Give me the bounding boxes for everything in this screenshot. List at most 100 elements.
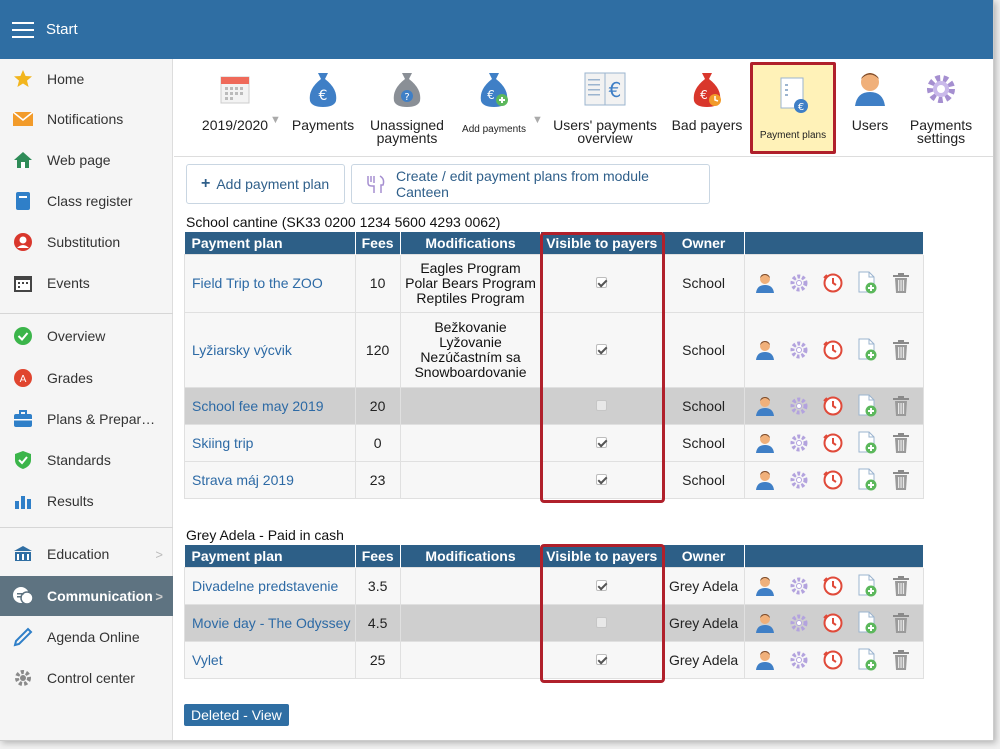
trash-icon[interactable]: [890, 649, 912, 671]
col-header-fees[interactable]: Fees: [355, 545, 401, 567]
plan-name-link[interactable]: Vylet: [184, 640, 356, 679]
col-header-visible[interactable]: Visible to payers: [540, 232, 664, 254]
copy-document-icon[interactable]: [856, 648, 878, 671]
history-clock-icon[interactable]: [822, 649, 844, 671]
user-icon[interactable]: [754, 272, 776, 294]
plan-name-link[interactable]: Movie day - The Odyssey: [184, 603, 356, 642]
gear-icon[interactable]: [788, 649, 810, 671]
col-header-visible[interactable]: Visible to payers: [540, 545, 664, 567]
year-dropdown-icon[interactable]: ▼: [270, 114, 281, 126]
sidebar-item-education[interactable]: Education >: [0, 535, 173, 573]
trash-icon[interactable]: [890, 339, 912, 361]
trash-icon[interactable]: [890, 612, 912, 634]
sidebar-item-overview[interactable]: Overview: [0, 317, 173, 355]
history-clock-icon[interactable]: [822, 469, 844, 491]
copy-document-icon[interactable]: [856, 574, 878, 597]
visible-checkbox[interactable]: [596, 616, 608, 628]
sidebar-item-grades[interactable]: A Grades: [0, 359, 173, 397]
unassigned-payments-tool[interactable]: ? Unassigned payments: [364, 59, 450, 157]
copy-document-icon[interactable]: [856, 611, 878, 634]
unassigned-label: Unassigned payments: [370, 118, 444, 145]
deleted-view-button[interactable]: Deleted - View: [184, 704, 289, 726]
sidebar-item-home[interactable]: Home: [0, 60, 173, 98]
sidebar-item-notifications[interactable]: Notifications: [0, 100, 173, 138]
user-icon[interactable]: [754, 575, 776, 597]
col-header-plan[interactable]: Payment plan: [184, 232, 356, 254]
bad-payers-tool[interactable]: € Bad payers: [668, 59, 746, 157]
gear-icon[interactable]: [788, 339, 810, 361]
users-payments-overview-tool[interactable]: € Users' payments overview: [550, 59, 660, 157]
user-icon[interactable]: [754, 612, 776, 634]
users-tool[interactable]: Users: [842, 59, 898, 157]
history-clock-icon[interactable]: [822, 612, 844, 634]
col-header-plan[interactable]: Payment plan: [184, 545, 356, 567]
plan-name-link[interactable]: Divadelne predstavenie: [184, 566, 356, 605]
copy-document-icon[interactable]: [856, 271, 878, 294]
payments-settings-tool[interactable]: Payments settings: [904, 59, 978, 157]
trash-icon[interactable]: [890, 432, 912, 454]
sidebar-item-communication[interactable]: Communication >: [0, 576, 173, 616]
visible-checkbox[interactable]: [596, 343, 608, 355]
gear-icon[interactable]: [788, 612, 810, 634]
app-title[interactable]: Start: [46, 21, 78, 38]
add-payments-tool[interactable]: € Add payments: [454, 59, 534, 157]
plan-name-link[interactable]: Field Trip to the ZOO: [184, 253, 356, 313]
plan-name-link[interactable]: Strava máj 2019: [184, 460, 356, 499]
gear-icon[interactable]: [788, 432, 810, 454]
canteen-plans-button[interactable]: Create / edit payment plans from module …: [351, 164, 710, 204]
add-payment-plan-button[interactable]: + Add payment plan: [186, 164, 345, 204]
trash-icon[interactable]: [890, 469, 912, 491]
sidebar-item-results[interactable]: Results: [0, 482, 173, 520]
col-header-owner[interactable]: Owner: [662, 232, 746, 254]
gear-icon[interactable]: [788, 575, 810, 597]
trash-icon[interactable]: [890, 575, 912, 597]
copy-document-icon[interactable]: [856, 338, 878, 361]
history-clock-icon[interactable]: [822, 575, 844, 597]
trash-icon[interactable]: [890, 395, 912, 417]
history-clock-icon[interactable]: [822, 395, 844, 417]
sidebar-item-plans[interactable]: Plans & Prepar…: [0, 400, 173, 438]
col-header-modifications[interactable]: Modifications: [400, 232, 542, 254]
user-icon[interactable]: [754, 469, 776, 491]
col-header-owner[interactable]: Owner: [662, 545, 746, 567]
history-clock-icon[interactable]: [822, 432, 844, 454]
copy-document-icon[interactable]: [856, 431, 878, 454]
plan-name-link[interactable]: Lyžiarsky výcvik: [184, 311, 356, 388]
plan-name-link[interactable]: Skiing trip: [184, 423, 356, 462]
gear-icon[interactable]: [788, 272, 810, 294]
gear-icon[interactable]: [788, 469, 810, 491]
user-icon[interactable]: [754, 649, 776, 671]
history-clock-icon[interactable]: [822, 339, 844, 361]
sidebar-item-substitution[interactable]: Substitution: [0, 223, 173, 261]
visible-checkbox[interactable]: [596, 653, 608, 665]
plan-name-link[interactable]: School fee may 2019: [184, 386, 356, 425]
user-icon[interactable]: [754, 395, 776, 417]
visible-cell: [540, 640, 664, 679]
add-payments-dropdown-icon[interactable]: ▼: [532, 114, 543, 126]
col-header-modifications[interactable]: Modifications: [400, 545, 542, 567]
hamburger-menu-icon[interactable]: [12, 21, 34, 38]
visible-checkbox[interactable]: [596, 277, 608, 288]
col-header-fees[interactable]: Fees: [355, 232, 401, 254]
sidebar-item-web-page[interactable]: Web page: [0, 141, 173, 179]
payments-tool[interactable]: € Payments: [288, 59, 358, 157]
sidebar-item-standards[interactable]: Standards: [0, 441, 173, 479]
copy-document-icon[interactable]: [856, 468, 878, 491]
user-icon[interactable]: [754, 432, 776, 454]
chevron-right-icon: >: [155, 546, 163, 562]
payment-plans-tool[interactable]: € Payment plans: [750, 62, 836, 154]
visible-checkbox[interactable]: [596, 473, 608, 485]
user-icon[interactable]: [754, 339, 776, 361]
sidebar-item-events[interactable]: Events: [0, 264, 173, 302]
year-selector[interactable]: 2019/2020: [190, 59, 280, 157]
sidebar-item-agenda[interactable]: Agenda Online: [0, 618, 173, 656]
sidebar-item-control-center[interactable]: Control center: [0, 659, 173, 697]
sidebar-item-class-register[interactable]: Class register: [0, 182, 173, 220]
visible-checkbox[interactable]: [596, 436, 608, 448]
history-clock-icon[interactable]: [822, 272, 844, 294]
gear-icon[interactable]: [788, 395, 810, 417]
visible-checkbox[interactable]: [596, 399, 608, 411]
copy-document-icon[interactable]: [856, 394, 878, 417]
visible-checkbox[interactable]: [596, 579, 608, 591]
trash-icon[interactable]: [890, 272, 912, 294]
